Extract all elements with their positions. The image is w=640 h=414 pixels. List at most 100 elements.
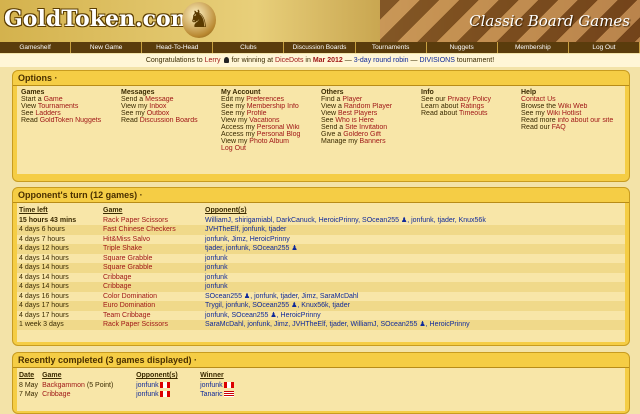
options-link[interactable]: View my Vacations [221, 117, 321, 124]
options-link[interactable]: See my Membership Info [221, 103, 321, 110]
recent-opponent-link[interactable]: jonfunk [136, 382, 159, 389]
game-row[interactable]: 15 hours 43 mins Rack Paper Scissors Willi… [17, 216, 625, 226]
game-row[interactable]: 4 days 12 hours Triple Shake tjader, jonfu… [17, 244, 625, 254]
congrats-user-link[interactable]: Lerry [205, 57, 221, 64]
game-row[interactable]: 4 days 17 hours Euro Domination Trygil, jo… [17, 301, 625, 311]
options-link-text[interactable]: Wiki Web [558, 103, 587, 110]
opponents-cell[interactable]: jonfunk [203, 273, 625, 283]
options-link[interactable]: Access my Personal Wiki [221, 124, 321, 131]
nav-new-game[interactable]: New Game [71, 42, 143, 53]
game-row[interactable]: 4 days 17 hours Team Cribbage jonfunk, SOc… [17, 311, 625, 321]
options-link[interactable]: Send a Message [121, 96, 221, 103]
recent-game-link[interactable]: Backgammon [42, 382, 85, 389]
game-row[interactable]: 4 days 7 hours Hit&Miss Salvo jonfunk, Jim… [17, 235, 625, 245]
recent-opponent-link[interactable]: jonfunk [136, 391, 159, 398]
options-link-text[interactable]: Goldero Gift [343, 131, 381, 138]
options-link[interactable]: Browse the Wiki Web [521, 103, 621, 110]
options-link-text[interactable]: Banners [360, 138, 386, 145]
options-link[interactable]: Start a Game [21, 96, 121, 103]
options-link[interactable]: See Ladders [21, 110, 121, 117]
options-link[interactable]: Read our FAQ [521, 124, 621, 131]
col-recent-opponents[interactable]: Opponent(s) [134, 371, 198, 381]
col-recent-game[interactable]: Game [40, 371, 134, 381]
options-link-text[interactable]: Inbox [149, 103, 166, 110]
options-link-text[interactable]: Player [342, 96, 362, 103]
game-link[interactable]: Square Grabble [101, 254, 203, 264]
options-link-text[interactable]: GoldToken Nuggets [40, 117, 101, 124]
options-link[interactable]: Manage my Banners [321, 138, 421, 145]
opponents-cell[interactable]: jonfunk, Jimz, HeroicPrinny [203, 235, 625, 245]
options-link[interactable]: Access my Personal Blog [221, 131, 321, 138]
nav-membership[interactable]: Membership [498, 42, 569, 53]
opponents-cell[interactable]: jonfunk [203, 263, 625, 273]
game-link[interactable]: Rack Paper Scissors [101, 216, 203, 226]
options-link-text[interactable]: Log Out [221, 145, 246, 152]
game-row[interactable]: 4 days 16 hours Color Domination SOcean255… [17, 292, 625, 302]
options-link-text[interactable]: Who is Here [335, 117, 374, 124]
options-link-text[interactable]: Membership Info [247, 103, 299, 110]
options-link[interactable]: View Best Players [321, 110, 421, 117]
options-link-text[interactable]: Random Player [344, 103, 392, 110]
game-link[interactable]: Cribbage [101, 273, 203, 283]
opponents-cell[interactable]: SaraMcDahl, jonfunk, Jimz, JVHTheElf, tj… [203, 320, 625, 330]
game-row[interactable]: 4 days 14 hours Cribbage jonfunk [17, 273, 625, 283]
opponents-cell[interactable]: jonfunk [203, 282, 625, 292]
recently-completed-title[interactable]: Recently completed (3 games displayed) · [13, 353, 629, 368]
options-link-text[interactable]: info about our site [558, 117, 614, 124]
options-link[interactable]: Edit my Preferences [221, 96, 321, 103]
options-link-text[interactable]: Wiki Hotlist [547, 110, 582, 117]
congrats-divisions-link[interactable]: DIVISIONS [419, 57, 454, 64]
game-link[interactable]: Hit&Miss Salvo [101, 235, 203, 245]
options-link-text[interactable]: Game [44, 96, 63, 103]
game-link[interactable]: Triple Shake [101, 244, 203, 254]
options-link[interactable]: View Tournaments [21, 103, 121, 110]
game-link[interactable]: Euro Domination [101, 301, 203, 311]
options-link-text[interactable]: Message [145, 96, 173, 103]
options-link[interactable]: See my Outbox [121, 110, 221, 117]
nav-gameshelf[interactable]: Gameshelf [0, 42, 72, 53]
options-link-text[interactable]: Personal Wiki [257, 124, 300, 131]
options-link[interactable]: See my Profile [221, 110, 321, 117]
options-link[interactable]: Read more info about our site [521, 117, 621, 124]
options-link-text[interactable]: Personal Blog [257, 131, 301, 138]
opponents-cell[interactable]: JVHTheElf, jonfunk, tjader [203, 225, 625, 235]
col-opponents[interactable]: Opponent(s) [203, 206, 625, 216]
nav-discussion-boards[interactable]: Discussion Boards [284, 42, 356, 53]
recent-row[interactable]: 8 May Backgammon (5 Point) jonfunk jonfunk [17, 381, 625, 391]
opponents-turn-title[interactable]: Opponent's turn (12 games) · [13, 188, 629, 203]
options-title[interactable]: Options · [13, 71, 629, 86]
opponents-cell[interactable]: tjader, jonfunk, SOcean255 ♟ [203, 244, 625, 254]
options-link[interactable]: Learn about Ratings [421, 103, 521, 110]
options-link-text[interactable]: Vacations [249, 117, 279, 124]
winner-link[interactable]: Tanaric [200, 391, 223, 398]
col-game[interactable]: Game [101, 206, 203, 216]
options-link-text[interactable]: Tournaments [38, 103, 78, 110]
game-row[interactable]: 4 days 6 hours Fast Chinese Checkers JVHTh… [17, 225, 625, 235]
congrats-event-link[interactable]: 3-day round robin [354, 57, 409, 64]
options-link[interactable]: View a Random Player [321, 103, 421, 110]
opponents-cell[interactable]: SOcean255 ♟, jonfunk, tjader, Jimz, Sara… [203, 292, 625, 302]
options-link-text[interactable]: Profile [247, 110, 267, 117]
nav-tournaments[interactable]: Tournaments [356, 42, 427, 53]
opponents-cell[interactable]: WilliamJ, shirigamiabl, DarkCanuck, Hero… [203, 216, 625, 226]
game-link[interactable]: Cribbage [101, 282, 203, 292]
game-link[interactable]: Team Cribbage [101, 311, 203, 321]
game-row[interactable]: 4 days 14 hours Square Grabble jonfunk [17, 254, 625, 264]
nav-nuggets[interactable]: Nuggets [427, 42, 498, 53]
options-link-text[interactable]: Timeouts [459, 110, 488, 117]
options-link-text[interactable]: Site Invitation [345, 124, 387, 131]
game-link[interactable]: Square Grabble [101, 263, 203, 273]
options-link-text[interactable]: Preferences [246, 96, 284, 103]
options-link[interactable]: Read about Timeouts [421, 110, 521, 117]
col-time-left[interactable]: Time left [17, 206, 101, 216]
options-link[interactable]: See Who is Here [321, 117, 421, 124]
options-link[interactable]: See my Wiki Hotlist [521, 110, 621, 117]
winner-link[interactable]: jonfunk [200, 382, 223, 389]
options-link[interactable]: View my Photo Album [221, 138, 321, 145]
game-row[interactable]: 4 days 14 hours Cribbage jonfunk [17, 282, 625, 292]
options-link[interactable]: View my Inbox [121, 103, 221, 110]
options-link[interactable]: Read Discussion Boards [121, 117, 221, 124]
nav-head-to-head[interactable]: Head-To-Head [142, 42, 214, 53]
opponents-cell[interactable]: jonfunk, SOcean255 ♟, HeroicPrinny [203, 311, 625, 321]
options-link-text[interactable]: Outbox [147, 110, 170, 117]
